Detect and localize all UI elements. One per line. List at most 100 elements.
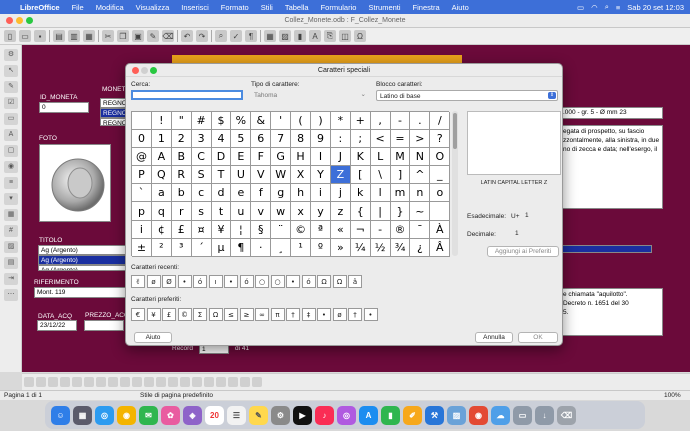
char-cell[interactable]: ( — [291, 112, 312, 131]
copy-icon[interactable]: ❐ — [117, 30, 129, 42]
char-cell[interactable]: U — [231, 166, 252, 185]
numbers-icon[interactable]: ▮ — [381, 405, 400, 425]
char-cell[interactable]: © — [291, 220, 312, 239]
recent-char[interactable]: • — [286, 275, 300, 288]
char-cell[interactable]: I — [311, 148, 331, 167]
podcast-icon[interactable]: ◎ — [337, 405, 356, 425]
menu-visualizza[interactable]: Visualizza — [130, 3, 176, 12]
notes-field[interactable]: egata di prospetto, su fascio zzontalmen… — [560, 125, 663, 209]
menu-tabella[interactable]: Tabella — [279, 3, 315, 12]
xcode-icon[interactable]: ⚒ — [425, 405, 444, 425]
button-icon[interactable]: ▢ — [4, 145, 18, 157]
riferimento-field[interactable]: Mont. 119 — [34, 287, 130, 298]
char-cell[interactable]: + — [350, 112, 371, 131]
close-window-button[interactable] — [6, 17, 13, 24]
toolbar-button[interactable] — [192, 377, 202, 387]
toolbar-button[interactable] — [180, 377, 190, 387]
char-cell[interactable]: 0 — [132, 130, 152, 149]
settings-icon[interactable]: ⚙ — [271, 405, 290, 425]
browser-icon[interactable]: ◉ — [469, 405, 488, 425]
favorite-char[interactable]: ≤ — [224, 308, 238, 321]
toolbar-button[interactable] — [240, 377, 250, 387]
control-center-icon[interactable]: ≡ — [616, 3, 620, 12]
titolo-list-item[interactable]: Ag (Argento) — [38, 245, 130, 255]
char-cell[interactable]: ? — [430, 130, 451, 149]
menu-formato[interactable]: Formato — [215, 3, 255, 12]
toolbar-button[interactable] — [108, 377, 118, 387]
char-cell[interactable]: Y — [311, 166, 331, 185]
char-cell[interactable]: " — [171, 112, 192, 131]
char-cell[interactable]: i — [132, 220, 152, 239]
favorite-char[interactable]: † — [348, 308, 362, 321]
char-cell[interactable]: D — [211, 148, 232, 167]
favorite-char[interactable]: ¥ — [146, 308, 161, 321]
recent-char[interactable]: ı — [208, 275, 223, 288]
toolbar-button[interactable] — [84, 377, 94, 387]
favorite-char[interactable]: ‡ — [301, 308, 316, 321]
char-cell[interactable]: ' — [271, 112, 292, 131]
field-icon[interactable]: ◫ — [339, 30, 351, 42]
recent-char[interactable]: ○ — [255, 275, 269, 288]
menu-app[interactable]: LibreOffice — [14, 3, 66, 12]
char-cell[interactable]: À — [430, 220, 451, 239]
add-favorite-button[interactable]: Aggiungi ai Preferiti — [487, 246, 559, 257]
id-moneta-field[interactable]: 0 — [39, 102, 89, 113]
preview-icon[interactable]: ▦ — [83, 30, 95, 42]
contacts-icon[interactable]: ☰ — [227, 405, 246, 425]
char-cell[interactable]: _ — [430, 166, 451, 185]
battery-icon[interactable]: ▭ — [577, 3, 584, 12]
char-cell[interactable]: d — [211, 184, 232, 203]
char-cell[interactable]: E — [231, 148, 252, 167]
find-replace-icon[interactable]: ⌕ — [215, 30, 227, 42]
char-cell[interactable]: % — [231, 112, 252, 131]
char-cell[interactable]: A — [151, 148, 172, 167]
recent-char[interactable]: Ω — [317, 275, 331, 288]
char-cell[interactable]: ! — [151, 112, 172, 131]
finder-icon[interactable]: ☺ — [51, 405, 70, 425]
char-cell[interactable]: ¬ — [350, 220, 371, 239]
app-store-icon[interactable]: A — [359, 405, 378, 425]
recent-char[interactable]: • — [224, 275, 238, 288]
trash-icon[interactable]: ⌫ — [557, 405, 576, 425]
toolbar-button[interactable] — [144, 377, 154, 387]
char-cell[interactable]: e — [231, 184, 252, 203]
char-cell[interactable]: = — [390, 130, 411, 149]
recent-char[interactable]: Ø — [162, 275, 176, 288]
char-cell[interactable]: \ — [370, 166, 391, 185]
favorite-char[interactable]: • — [363, 308, 378, 321]
grid-scrollbar[interactable] — [452, 111, 458, 256]
char-cell[interactable]: ¢ — [151, 220, 172, 239]
char-cell[interactable]: ¾ — [390, 238, 411, 257]
char-cell[interactable]: # — [191, 112, 212, 131]
char-cell[interactable]: R — [171, 166, 192, 185]
launchpad-icon[interactable]: ▦ — [73, 405, 92, 425]
table-icon[interactable]: ▦ — [264, 30, 276, 42]
char-cell[interactable]: ` — [132, 184, 152, 203]
toolbar-button[interactable] — [228, 377, 238, 387]
char-cell[interactable]: x — [291, 202, 312, 221]
cut-icon[interactable]: ✂ — [102, 30, 114, 42]
char-cell[interactable]: 6 — [251, 130, 272, 149]
char-cell[interactable]: Â — [430, 238, 451, 257]
ok-button[interactable]: OK — [518, 332, 558, 343]
char-cell[interactable] — [132, 112, 152, 131]
toolbar-button[interactable] — [96, 377, 106, 387]
char-cell[interactable]: L — [370, 148, 391, 167]
notes-field-2[interactable]: e chiamata "aquilotto". Decreto n. 1651 … — [560, 288, 663, 336]
char-cell[interactable]: ¯ — [410, 220, 431, 239]
char-cell[interactable]: W — [271, 166, 292, 185]
favorite-char[interactable]: π — [270, 308, 285, 321]
dec-input[interactable]: 1 — [512, 229, 558, 239]
char-cell[interactable]: ± — [132, 238, 152, 257]
image-icon[interactable]: ▨ — [279, 30, 291, 42]
char-cell[interactable]: k — [350, 184, 371, 203]
recent-char[interactable]: • — [177, 275, 192, 288]
export-pdf-icon[interactable]: ▤ — [53, 30, 65, 42]
char-cell[interactable]: ´ — [191, 238, 212, 257]
text-field-icon[interactable]: ▭ — [4, 113, 18, 125]
favorite-char[interactable]: Ω — [208, 308, 223, 321]
char-cell[interactable]: G — [271, 148, 292, 167]
char-cell[interactable]: } — [390, 202, 411, 221]
char-cell[interactable]: / — [430, 112, 451, 131]
char-cell[interactable]: T — [211, 166, 232, 185]
